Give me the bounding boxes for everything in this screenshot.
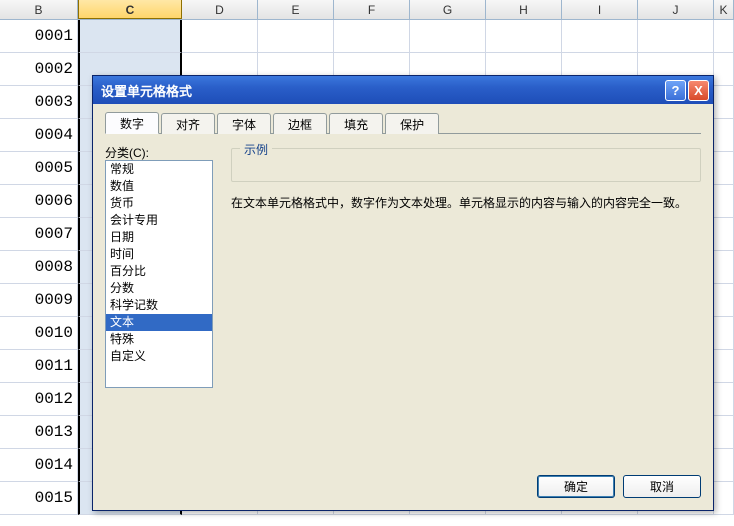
- category-item[interactable]: 分数: [106, 280, 212, 297]
- column-header-F[interactable]: F: [334, 0, 410, 19]
- cell[interactable]: [486, 20, 562, 53]
- cell[interactable]: 0011: [0, 350, 78, 383]
- ok-button[interactable]: 确定: [537, 475, 615, 498]
- tab-1[interactable]: 对齐: [161, 113, 215, 134]
- column-header-H[interactable]: H: [486, 0, 562, 19]
- category-listbox[interactable]: 常规数值货币会计专用日期时间百分比分数科学记数文本特殊自定义: [105, 160, 213, 388]
- cell[interactable]: 0015: [0, 482, 78, 515]
- cell[interactable]: [78, 20, 182, 53]
- category-item[interactable]: 会计专用: [106, 212, 212, 229]
- cell[interactable]: [562, 20, 638, 53]
- category-item[interactable]: 数值: [106, 178, 212, 195]
- category-item[interactable]: 特殊: [106, 331, 212, 348]
- cell[interactable]: [714, 251, 734, 284]
- cell[interactable]: [334, 20, 410, 53]
- category-item[interactable]: 自定义: [106, 348, 212, 365]
- cell[interactable]: [714, 416, 734, 449]
- category-item[interactable]: 百分比: [106, 263, 212, 280]
- table-row: 0001: [0, 20, 734, 53]
- cell[interactable]: [714, 185, 734, 218]
- category-item[interactable]: 时间: [106, 246, 212, 263]
- cell[interactable]: [714, 152, 734, 185]
- cell[interactable]: [638, 20, 714, 53]
- tab-5[interactable]: 保护: [385, 113, 439, 134]
- column-header-C[interactable]: C: [78, 0, 182, 19]
- tab-strip: 数字对齐字体边框填充保护: [105, 112, 701, 134]
- dialog-buttons: 确定 取消: [537, 475, 701, 498]
- cell[interactable]: [258, 20, 334, 53]
- column-header-G[interactable]: G: [410, 0, 486, 19]
- tab-2[interactable]: 字体: [217, 113, 271, 134]
- cell[interactable]: 0008: [0, 251, 78, 284]
- cell[interactable]: [182, 20, 258, 53]
- cell[interactable]: [714, 482, 734, 515]
- close-button[interactable]: X: [688, 80, 709, 101]
- cell[interactable]: 0005: [0, 152, 78, 185]
- column-header-E[interactable]: E: [258, 0, 334, 19]
- right-pane: 示例 在文本单元格格式中，数字作为文本处理。单元格显示的内容与输入的内容完全一致…: [231, 148, 701, 212]
- column-header-I[interactable]: I: [562, 0, 638, 19]
- format-description: 在文本单元格格式中，数字作为文本处理。单元格显示的内容与输入的内容完全一致。: [231, 194, 701, 212]
- example-group: 示例: [231, 148, 701, 182]
- column-header-K[interactable]: K: [714, 0, 734, 19]
- cell[interactable]: 0010: [0, 317, 78, 350]
- cell[interactable]: [714, 218, 734, 251]
- cell[interactable]: 0013: [0, 416, 78, 449]
- column-header-B[interactable]: B: [0, 0, 78, 19]
- cell[interactable]: [714, 383, 734, 416]
- cell[interactable]: 0001: [0, 20, 78, 53]
- tab-3[interactable]: 边框: [273, 113, 327, 134]
- cell[interactable]: 0004: [0, 119, 78, 152]
- dialog-body: 数字对齐字体边框填充保护 分类(C): 常规数值货币会计专用日期时间百分比分数科…: [93, 104, 713, 510]
- format-cells-dialog: 设置单元格格式 ? X 数字对齐字体边框填充保护 分类(C): 常规数值货币会计…: [92, 75, 714, 511]
- cell[interactable]: [410, 20, 486, 53]
- cell[interactable]: 0012: [0, 383, 78, 416]
- cell[interactable]: 0006: [0, 185, 78, 218]
- help-button[interactable]: ?: [665, 80, 686, 101]
- cell[interactable]: 0014: [0, 449, 78, 482]
- cell[interactable]: [714, 20, 734, 53]
- tab-0[interactable]: 数字: [105, 112, 159, 134]
- cell[interactable]: [714, 86, 734, 119]
- column-header-J[interactable]: J: [638, 0, 714, 19]
- category-item[interactable]: 科学记数: [106, 297, 212, 314]
- tab-4[interactable]: 填充: [329, 113, 383, 134]
- cell[interactable]: 0002: [0, 53, 78, 86]
- column-headers: BCDEFGHIJK: [0, 0, 734, 20]
- cancel-button[interactable]: 取消: [623, 475, 701, 498]
- category-item[interactable]: 日期: [106, 229, 212, 246]
- cell[interactable]: [714, 284, 734, 317]
- category-item[interactable]: 文本: [106, 314, 212, 331]
- cell[interactable]: [714, 119, 734, 152]
- dialog-titlebar[interactable]: 设置单元格格式 ? X: [93, 76, 713, 104]
- cell[interactable]: 0007: [0, 218, 78, 251]
- example-legend: 示例: [240, 141, 272, 158]
- cell[interactable]: 0009: [0, 284, 78, 317]
- column-header-D[interactable]: D: [182, 0, 258, 19]
- category-item[interactable]: 货币: [106, 195, 212, 212]
- cell[interactable]: [714, 53, 734, 86]
- dialog-title: 设置单元格格式: [101, 81, 663, 100]
- category-item[interactable]: 常规: [106, 161, 212, 178]
- cell[interactable]: [714, 449, 734, 482]
- cell[interactable]: [714, 350, 734, 383]
- cell[interactable]: [714, 317, 734, 350]
- cell[interactable]: 0003: [0, 86, 78, 119]
